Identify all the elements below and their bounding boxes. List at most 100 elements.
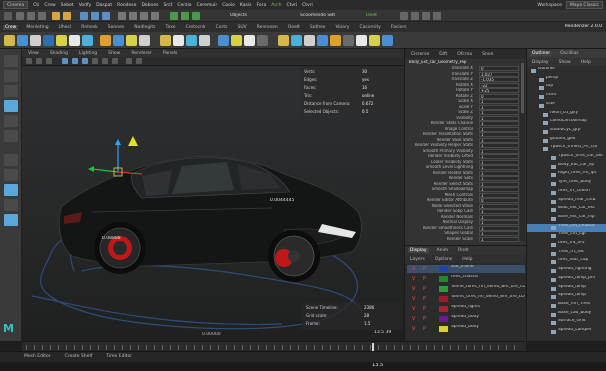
shelf-arnold-icon[interactable] bbox=[330, 35, 341, 46]
outliner-item[interactable]: Spread_lighting bbox=[527, 267, 606, 275]
outliner-item[interactable]: Tpbsch_tires_cdf_det bbox=[527, 154, 606, 162]
shelf-camera-icon[interactable] bbox=[82, 35, 93, 46]
attribute-field[interactable]: 1 bbox=[479, 121, 519, 126]
shelf-bevel-icon[interactable] bbox=[126, 35, 137, 46]
outliner-item[interactable]: tires_rear_cdp bbox=[527, 258, 606, 266]
shelf-tab[interactable]: Crew bbox=[3, 24, 19, 30]
outliner-item[interactable]: top bbox=[527, 84, 606, 92]
shelf-anim-icon[interactable] bbox=[278, 35, 289, 46]
single-view-icon[interactable] bbox=[4, 154, 18, 166]
visibility-toggle-icon[interactable]: V bbox=[412, 305, 415, 313]
playback-toggle-icon[interactable]: P bbox=[423, 315, 426, 323]
shelf-deform-icon[interactable] bbox=[231, 35, 242, 46]
shelf-tab[interactable]: Sennes bbox=[106, 25, 126, 30]
layer-menu-item[interactable]: Help bbox=[460, 257, 474, 262]
outliner-item[interactable]: Spread_rear_cnfb bbox=[527, 198, 606, 206]
attribute-editor-toggle-icon[interactable] bbox=[411, 12, 419, 20]
layer-color-swatch[interactable] bbox=[439, 276, 448, 282]
outliner-item[interactable]: Spread_lamp_pm bbox=[527, 276, 606, 284]
layer-color-swatch[interactable] bbox=[439, 306, 448, 312]
open-scene-icon[interactable] bbox=[27, 12, 35, 20]
rotate-tool-icon[interactable] bbox=[4, 115, 18, 127]
ipr-render-icon[interactable] bbox=[181, 12, 189, 20]
outliner-item[interactable]: tires_fnt_drv bbox=[527, 241, 606, 249]
attribute-field[interactable]: 1 bbox=[479, 137, 519, 143]
visibility-toggle-icon[interactable]: V bbox=[412, 265, 415, 273]
menu-set-icon[interactable] bbox=[4, 12, 12, 20]
attribute-field[interactable]: 1 bbox=[479, 99, 519, 104]
layer-color-swatch[interactable] bbox=[439, 286, 448, 292]
persp-outliner-icon[interactable] bbox=[4, 184, 18, 196]
outliner-item[interactable]: Tires_cnt_chassis bbox=[527, 223, 606, 232]
outliner-item[interactable]: Tires_frt_lnk bbox=[527, 250, 606, 258]
camera-attr-icon[interactable] bbox=[36, 58, 42, 64]
menu-item[interactable]: Ctvri bbox=[286, 3, 297, 8]
layer-row[interactable]: V P Tonne_tures_rm_demd_Bm_tire_cDZ bbox=[407, 285, 525, 293]
xray-icon[interactable] bbox=[136, 58, 142, 64]
visibility-toggle-icon[interactable]: V bbox=[412, 315, 415, 323]
shelf-cube-icon[interactable] bbox=[4, 35, 15, 46]
shelf-bifrost-icon[interactable] bbox=[343, 35, 354, 46]
attribute-field[interactable]: 0 bbox=[479, 66, 519, 71]
outliner-item[interactable]: Body_Ext_car_lip bbox=[527, 163, 606, 171]
shelf-tab[interactable]: Cacornity bbox=[357, 25, 382, 30]
layer-row[interactable]: V P Spread_lights bbox=[407, 305, 525, 313]
outliner-title-tab[interactable]: Outliner bbox=[530, 51, 553, 56]
shelf-sphere-icon[interactable] bbox=[17, 35, 28, 46]
outliner-item[interactable]: Surface_Grid bbox=[527, 319, 606, 327]
shelf-tab[interactable]: Rnhesk bbox=[79, 25, 100, 30]
outliner-menu-item[interactable]: Help bbox=[579, 60, 593, 65]
attribute-field[interactable]: 1 bbox=[479, 143, 519, 148]
shelf-curve-icon[interactable] bbox=[218, 35, 229, 46]
shelf-tab[interactable]: Sothex bbox=[308, 25, 328, 30]
outliner-item[interactable]: Tpbsch_tnnest_Pn_cdl bbox=[527, 145, 606, 153]
layer-row[interactable]: V P Spread_body bbox=[407, 325, 525, 333]
object-mode-label[interactable]: Objects bbox=[230, 13, 247, 18]
outliner-item[interactable]: camdcarcoolmap bbox=[527, 119, 606, 127]
layer-color-swatch[interactable] bbox=[439, 296, 448, 302]
shelf-extrude-icon[interactable] bbox=[139, 35, 150, 46]
attribute-field[interactable]: 1 bbox=[479, 214, 519, 220]
layer-row[interactable]: V Ptires_chassis bbox=[407, 275, 525, 283]
menu-item[interactable]: Cerzio bbox=[177, 3, 191, 8]
attribute-field[interactable]: 1 bbox=[479, 159, 519, 165]
attribute-field[interactable]: 1 bbox=[479, 231, 519, 236]
layer-color-swatch[interactable] bbox=[439, 266, 448, 272]
viewport-menu-item[interactable]: Show bbox=[106, 51, 122, 56]
wireframe-icon[interactable] bbox=[72, 58, 78, 64]
shelf-tab[interactable]: Oeelt bbox=[286, 25, 302, 30]
outliner-item[interactable]: Rigid_tires_rm_lpc bbox=[527, 171, 606, 179]
snap-view-icon[interactable] bbox=[151, 12, 159, 20]
layout-icon[interactable] bbox=[4, 199, 18, 211]
viewport-menu-item[interactable]: View bbox=[26, 51, 41, 56]
shelf-script-icon[interactable] bbox=[304, 35, 315, 46]
shelf-sphere-light-icon[interactable] bbox=[173, 35, 184, 46]
outliner-item[interactable]: front bbox=[527, 93, 606, 101]
attribute-field[interactable]: 0 bbox=[479, 198, 519, 203]
visibility-toggle-icon[interactable]: V bbox=[412, 275, 415, 283]
playback-toggle-icon[interactable]: P bbox=[423, 325, 426, 333]
lights-icon[interactable] bbox=[102, 58, 108, 64]
visibility-toggle-icon[interactable]: V bbox=[412, 325, 415, 333]
outliner-item[interactable]: Outliner bbox=[527, 67, 606, 75]
select-component-icon[interactable] bbox=[102, 12, 110, 20]
attribute-tab[interactable]: Ofcrea bbox=[455, 52, 474, 57]
attribute-scrollbar[interactable] bbox=[520, 61, 525, 241]
shelf-tab[interactable]: Menleting bbox=[24, 25, 50, 30]
attribute-field[interactable]: 1 bbox=[479, 115, 519, 121]
snap-grid-icon[interactable] bbox=[118, 12, 126, 20]
attribute-field[interactable]: 1 bbox=[479, 187, 519, 192]
four-view-icon[interactable] bbox=[4, 169, 18, 181]
bottom-tab[interactable]: Mesh Editor bbox=[22, 354, 53, 359]
tool-settings-toggle-icon[interactable] bbox=[422, 12, 430, 20]
bottom-tab[interactable]: Create Shelf bbox=[63, 354, 95, 359]
attribute-field[interactable]: 0 bbox=[479, 93, 519, 99]
menu-item[interactable]: Crew bbox=[44, 3, 55, 8]
shelf-render-icon[interactable] bbox=[160, 35, 171, 46]
attribute-field[interactable]: +25 bbox=[479, 88, 519, 93]
attribute-field[interactable]: 1 bbox=[479, 209, 519, 214]
shelf-torus-icon[interactable] bbox=[56, 35, 67, 46]
menu-item[interactable]: Ceremuir bbox=[196, 3, 217, 8]
move-tool-icon[interactable] bbox=[4, 100, 18, 112]
menu-item[interactable]: Daspat bbox=[96, 3, 112, 8]
